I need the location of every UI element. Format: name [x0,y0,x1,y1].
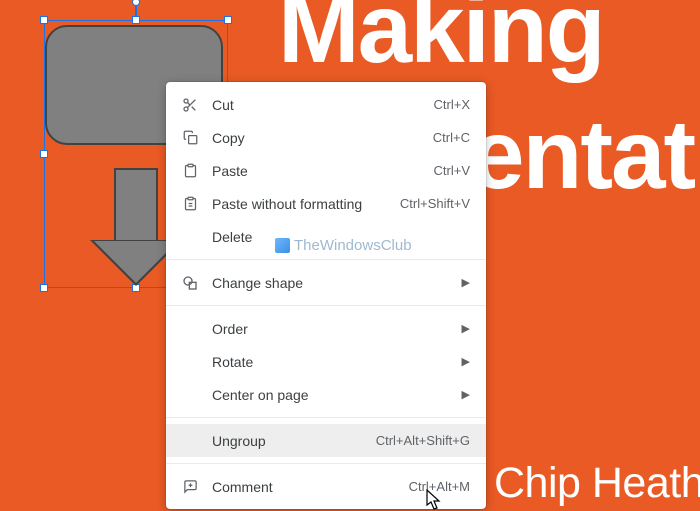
menu-paste-no-format-label: Paste without formatting [212,196,400,212]
menu-cut[interactable]: Cut Ctrl+X [166,88,486,121]
menu-rotate-label: Rotate [212,354,454,370]
watermark-logo-icon [275,238,290,253]
menu-copy-label: Copy [212,130,433,146]
menu-divider [166,259,486,260]
submenu-arrow-icon: ▶ [462,355,470,368]
menu-order[interactable]: Order ▶ [166,312,486,345]
resize-handle-n[interactable] [132,16,140,24]
menu-ungroup-label: Ungroup [212,433,376,449]
menu-paste-no-format-shortcut: Ctrl+Shift+V [400,196,470,211]
scissors-icon [180,95,200,115]
menu-ungroup-shortcut: Ctrl+Alt+Shift+G [376,433,470,448]
menu-ungroup[interactable]: Ungroup Ctrl+Alt+Shift+G [166,424,486,457]
menu-cut-shortcut: Ctrl+X [434,97,470,112]
resize-handle-nw[interactable] [40,16,48,24]
slide-title-line1: Making [278,0,604,85]
empty-icon [180,227,200,247]
menu-order-label: Order [212,321,454,337]
slide-title-line2-partial: entati [470,98,700,211]
clipboard-icon [180,161,200,181]
resize-handle-sw[interactable] [40,284,48,292]
empty-icon [180,385,200,405]
slide-author-partial: Chip Heath [494,459,700,508]
context-menu: Cut Ctrl+X Copy Ctrl+C Paste Ctrl+V Past… [166,82,486,509]
menu-paste-label: Paste [212,163,434,179]
copy-icon [180,128,200,148]
menu-comment-label: Comment [212,479,409,495]
empty-icon [180,319,200,339]
submenu-arrow-icon: ▶ [462,388,470,401]
menu-divider [166,463,486,464]
submenu-arrow-icon: ▶ [462,322,470,335]
menu-paste[interactable]: Paste Ctrl+V [166,154,486,187]
resize-handle-w[interactable] [40,150,48,158]
menu-rotate[interactable]: Rotate ▶ [166,345,486,378]
rotation-handle[interactable] [132,0,140,6]
menu-copy-shortcut: Ctrl+C [433,130,470,145]
menu-paste-shortcut: Ctrl+V [434,163,470,178]
menu-divider [166,417,486,418]
comment-icon [180,477,200,497]
menu-change-shape-label: Change shape [212,275,454,291]
empty-icon [180,431,200,451]
watermark: TheWindowsClub [275,237,412,254]
menu-copy[interactable]: Copy Ctrl+C [166,121,486,154]
submenu-arrow-icon: ▶ [462,276,470,289]
menu-center[interactable]: Center on page ▶ [166,378,486,411]
clipboard-plain-icon [180,194,200,214]
shapes-icon [180,273,200,293]
menu-cut-label: Cut [212,97,434,113]
menu-center-label: Center on page [212,387,454,403]
mouse-cursor-icon [424,489,444,511]
menu-divider [166,305,486,306]
menu-paste-no-format[interactable]: Paste without formatting Ctrl+Shift+V [166,187,486,220]
watermark-text: TheWindowsClub [294,237,412,254]
menu-change-shape[interactable]: Change shape ▶ [166,266,486,299]
resize-handle-ne[interactable] [224,16,232,24]
empty-icon [180,352,200,372]
